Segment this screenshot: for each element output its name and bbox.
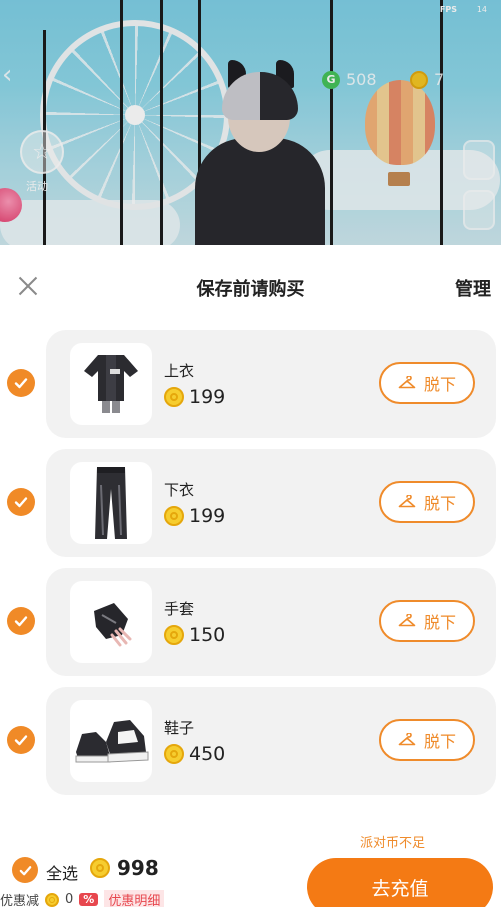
cart-item: 上衣 199 脱下	[0, 330, 501, 438]
take-off-label: 脱下	[423, 732, 456, 751]
take-off-button[interactable]: 脱下	[379, 481, 475, 523]
purchase-sheet: 保存前请购买 管理 上衣 199 脱下 下衣 199 脱下 手套 150 脱下 …	[0, 245, 501, 907]
item-card: 上衣 199 脱下	[46, 330, 496, 438]
scene-dim-overlay	[0, 0, 501, 245]
checkmark-icon	[19, 865, 31, 875]
take-off-label: 脱下	[423, 494, 456, 513]
select-all-label[interactable]: 全选	[46, 860, 78, 884]
item-price-value: 199	[189, 505, 226, 527]
top-garment-icon	[84, 355, 138, 413]
cart-item: 鞋子 450 脱下	[0, 687, 501, 795]
take-off-button[interactable]: 脱下	[379, 719, 475, 761]
item-card: 下衣 199 脱下	[46, 449, 496, 557]
discount-detail-link[interactable]: 优惠明细	[104, 890, 165, 907]
coin-icon	[164, 387, 184, 407]
item-price: 199	[164, 386, 225, 408]
take-off-button[interactable]: 脱下	[379, 362, 475, 404]
pants-icon	[95, 467, 127, 539]
cart-item: 手套 150 脱下	[0, 568, 501, 676]
item-price: 199	[164, 505, 225, 527]
take-off-label: 脱下	[423, 375, 456, 394]
discount-row: 优惠减 0 % 优惠明细	[0, 890, 165, 907]
total-price: 998	[90, 856, 159, 880]
item-card: 鞋子 450 脱下	[46, 687, 496, 795]
coin-icon	[164, 625, 184, 645]
take-off-button[interactable]: 脱下	[379, 600, 475, 642]
hanger-icon	[398, 614, 416, 628]
discount-value: 0	[65, 892, 74, 907]
sheet-title: 保存前请购买	[196, 279, 305, 300]
item-name: 手套	[164, 600, 195, 618]
total-value: 998	[117, 856, 159, 880]
cart-item: 下衣 199 脱下	[0, 449, 501, 557]
insufficient-balance-note: 派对币不足	[360, 836, 426, 851]
item-price: 450	[164, 743, 225, 765]
discount-label: 优惠减	[0, 894, 40, 907]
item-thumbnail	[70, 462, 152, 544]
item-name: 上衣	[164, 362, 195, 380]
coin-icon	[45, 892, 60, 907]
recharge-button[interactable]: 去充值	[307, 858, 493, 907]
select-all-checkbox[interactable]	[12, 857, 38, 883]
item-price-value: 150	[189, 624, 226, 646]
checkmark-icon	[14, 616, 28, 627]
glove-icon	[94, 603, 132, 647]
item-checkbox[interactable]	[7, 726, 35, 754]
sneaker-icon	[75, 720, 149, 763]
item-name: 鞋子	[164, 719, 195, 737]
item-thumbnail	[70, 581, 152, 663]
coin-icon	[164, 506, 184, 526]
checkmark-icon	[14, 497, 28, 508]
item-card: 手套 150 脱下	[46, 568, 496, 676]
game-scene: ‹ ☆ 活动 FPS 14 G 508 7	[0, 0, 501, 245]
hanger-icon	[398, 376, 416, 390]
item-checkbox[interactable]	[7, 607, 35, 635]
manage-button[interactable]: 管理	[455, 275, 491, 301]
item-checkbox[interactable]	[7, 488, 35, 516]
item-thumbnail	[70, 700, 152, 782]
item-price-value: 450	[189, 743, 226, 765]
item-name: 下衣	[164, 481, 195, 499]
item-thumbnail	[70, 343, 152, 425]
checkmark-icon	[14, 378, 28, 389]
coin-icon	[90, 858, 110, 878]
item-checkbox[interactable]	[7, 369, 35, 397]
discount-badge: %	[79, 893, 99, 906]
item-price: 150	[164, 624, 225, 646]
hanger-icon	[398, 733, 416, 747]
take-off-label: 脱下	[423, 613, 456, 632]
coin-icon	[164, 744, 184, 764]
item-price-value: 199	[189, 386, 226, 408]
hanger-icon	[398, 495, 416, 509]
checkmark-icon	[14, 735, 28, 746]
